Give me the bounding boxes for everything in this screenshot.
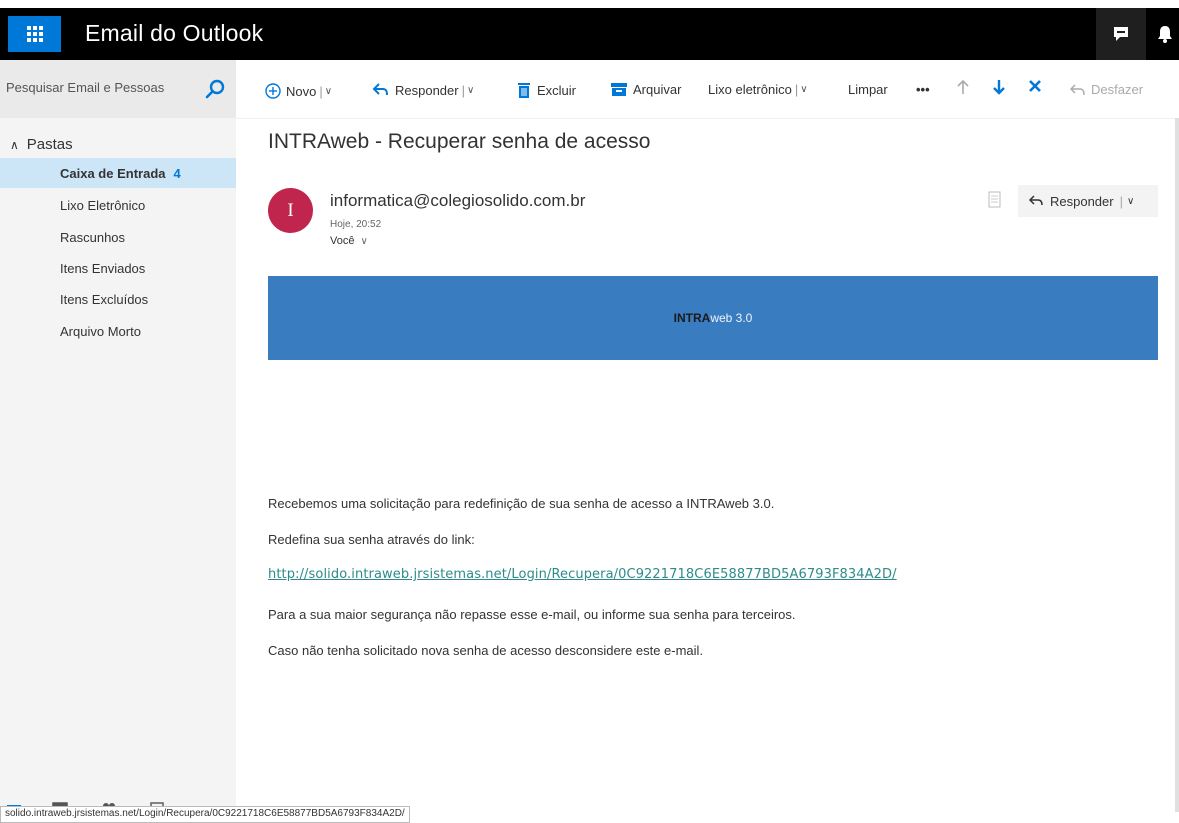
close-button[interactable]: [1028, 79, 1042, 93]
new-label: Novo: [286, 83, 317, 99]
banner-brand-rest: web 3.0: [710, 311, 753, 325]
arrow-down-icon: [993, 80, 1005, 95]
message-subject: INTRAweb - Recuperar senha de acesso: [268, 130, 651, 153]
new-button[interactable]: Novo | ∨: [264, 82, 332, 100]
archive-icon: [611, 83, 627, 96]
status-bar-url: solido.intraweb.jrsistemas.net/Login/Rec…: [0, 806, 410, 823]
sidebar-item-junk[interactable]: Lixo Eletrônico: [0, 190, 236, 220]
avatar[interactable]: I: [268, 188, 313, 233]
search-input[interactable]: Pesquisar Email e Pessoas: [6, 80, 164, 95]
reply-label: Responder: [395, 82, 459, 98]
sweep-label: Limpar: [848, 82, 888, 97]
undo-button[interactable]: Desfazer: [1070, 82, 1143, 97]
reply-icon: [372, 83, 388, 96]
sent-timestamp: Hoje, 20:52: [330, 219, 382, 230]
email-banner: INTRA web 3.0: [268, 276, 1158, 360]
sidebar-item-label: Rascunhos: [60, 229, 126, 245]
sidebar-item-archive[interactable]: Arquivo Morto: [0, 316, 236, 346]
app-launcher-button[interactable]: [8, 16, 61, 52]
delete-label: Excluir: [537, 83, 577, 98]
body-paragraph: Caso não tenha solicitado nova senha de …: [268, 643, 704, 658]
recipient-label: Você: [330, 235, 355, 247]
app-title: Email do Outlook: [85, 20, 264, 46]
chevron-up-icon: ∧: [10, 137, 19, 152]
junk-button[interactable]: Lixo eletrônico | ∨: [708, 82, 808, 97]
more-button[interactable]: •••: [916, 82, 930, 97]
message-details-icon[interactable]: [988, 191, 1002, 209]
trash-icon: [518, 83, 530, 98]
sidebar-item-deleted[interactable]: Itens Excluídos: [0, 284, 236, 314]
chevron-down-icon[interactable]: ∨: [467, 85, 474, 96]
close-icon: [1029, 80, 1041, 92]
notifications-button[interactable]: [1150, 8, 1179, 60]
sender-address[interactable]: informatica@colegiosolido.com.br: [330, 191, 585, 211]
chevron-down-icon[interactable]: ∨: [800, 84, 807, 95]
undo-label: Desfazer: [1091, 82, 1144, 97]
junk-label: Lixo eletrônico: [708, 82, 792, 97]
app-header: Email do Outlook: [0, 8, 1179, 60]
bell-icon: [1157, 26, 1172, 43]
recipients[interactable]: Você ∨: [330, 235, 368, 247]
next-message-button[interactable]: [992, 78, 1006, 96]
top-strip: [0, 0, 1179, 8]
unread-count-badge: 4: [173, 165, 181, 181]
delete-button[interactable]: Excluir: [516, 82, 576, 99]
folders-toggle[interactable]: ∧ Pastas: [10, 136, 73, 153]
search-box[interactable]: Pesquisar Email e Pessoas: [0, 60, 236, 118]
more-icon: •••: [916, 82, 930, 97]
folders-heading: Pastas: [26, 136, 73, 153]
chevron-down-icon[interactable]: ∨: [325, 86, 332, 97]
reply-button[interactable]: Responder | ∨: [372, 82, 474, 98]
chevron-down-icon[interactable]: ∨: [1127, 196, 1134, 207]
sidebar-item-label: Lixo Eletrônico: [60, 197, 146, 213]
chat-button[interactable]: [1096, 8, 1146, 60]
command-toolbar: Novo | ∨ Responder | ∨ Excluir Arquivar Li…: [236, 60, 1179, 119]
password-reset-link[interactable]: http://solido.intraweb.jrsistemas.net/Lo…: [268, 567, 897, 582]
undo-icon: [1070, 83, 1085, 95]
body-paragraph: Recebemos uma solicitação para redefiniç…: [268, 496, 775, 511]
sidebar-item-sent[interactable]: Itens Enviados: [0, 253, 236, 283]
search-icon[interactable]: [204, 78, 226, 100]
sidebar-item-label: Itens Enviados: [60, 260, 146, 276]
banner-brand-bold: INTRA: [673, 311, 711, 325]
body-paragraph: Para a sua maior segurança não repasse e…: [268, 607, 796, 622]
sidebar-item-label: Arquivo Morto: [60, 323, 141, 339]
sidebar-item-drafts[interactable]: Rascunhos: [0, 222, 236, 252]
sidebar-item-label: Caixa de Entrada: [60, 165, 166, 181]
sidebar-item-inbox[interactable]: Caixa de Entrada 4: [0, 158, 236, 188]
expand-recipients-icon[interactable]: ∨: [361, 236, 368, 247]
chat-icon: [1114, 27, 1128, 41]
scrollbar[interactable]: [1175, 118, 1179, 812]
archive-label: Arquivar: [633, 82, 682, 97]
waffle-icon: [26, 26, 43, 42]
reply-icon: [1028, 195, 1043, 206]
arrow-up-icon: [957, 79, 969, 94]
archive-button[interactable]: Arquivar: [610, 82, 681, 97]
body-paragraph: Redefina sua senha através do link:: [268, 532, 475, 547]
plus-circle-icon: [265, 83, 281, 99]
previous-message-button[interactable]: [956, 78, 970, 96]
message-reply-button[interactable]: Responder | ∨: [1018, 185, 1158, 217]
sweep-button[interactable]: Limpar: [848, 82, 888, 97]
sidebar-item-label: Itens Excluídos: [60, 291, 149, 307]
reply-label: Responder: [1050, 193, 1114, 209]
folder-pane: ∧ Pastas Caixa de Entrada 4 Lixo Eletrôn…: [0, 118, 236, 812]
